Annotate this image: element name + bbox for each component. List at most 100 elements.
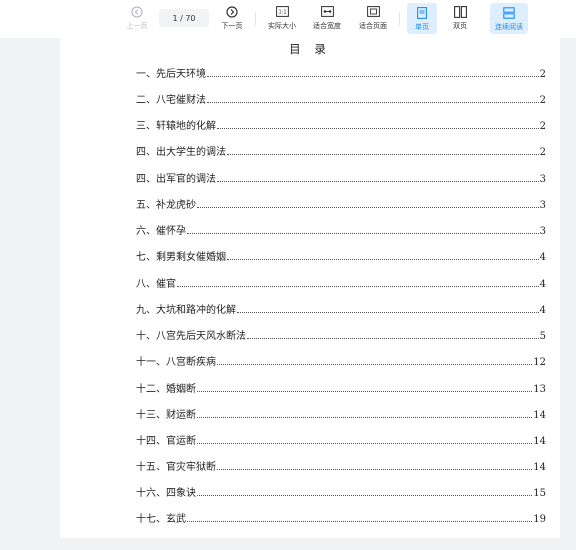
- toc-entry-title: 八、催官: [136, 279, 176, 290]
- toc-entry-title: 一、先后天环境: [136, 69, 206, 80]
- toc-entry-title: 九、大坑和路冲的化解: [136, 305, 236, 316]
- toc-entry-title: 十三、财运断: [136, 410, 196, 421]
- toc-entry-title: 五、补龙虎砂: [136, 200, 196, 211]
- toc-leader-dots: [197, 494, 533, 496]
- double-page-button[interactable]: 双页: [445, 4, 475, 34]
- toc-leader-dots: [207, 75, 539, 77]
- toc-entry[interactable]: 六、催怀孕 3: [136, 223, 546, 237]
- toc-entry-title: 十二、婚姻断: [136, 384, 196, 395]
- actual-size-button[interactable]: 1:1 实际大小: [264, 4, 300, 34]
- toolbar-divider: [399, 12, 400, 26]
- toc-entry-title: 十五、官灾牢狱断: [136, 462, 216, 473]
- svg-text:1:1: 1:1: [278, 10, 286, 16]
- toc-entry[interactable]: 十三、财运断 14: [136, 407, 546, 421]
- toc-entry-title: 四、出大学生的调法: [136, 147, 226, 158]
- prev-page-button[interactable]: 上一页: [122, 4, 152, 34]
- page-number-input[interactable]: 1 / 70: [159, 9, 209, 27]
- toc-leader-dots: [227, 153, 539, 155]
- fit-width-label: 适合宽度: [313, 22, 341, 30]
- double-page-label: 双页: [453, 22, 467, 30]
- toc-entry-page: 14: [533, 436, 546, 447]
- toc-leader-dots: [217, 363, 533, 365]
- toc-entry[interactable]: 八、催官 4: [136, 276, 546, 290]
- fit-width-button[interactable]: 适合宽度: [309, 4, 345, 34]
- toc-leader-dots: [217, 127, 539, 129]
- toc-leader-dots: [217, 468, 533, 470]
- actual-size-label: 实际大小: [268, 22, 296, 30]
- toc-entry-title: 六、催怀孕: [136, 226, 186, 237]
- fit-page-label: 适合页面: [359, 22, 387, 30]
- toc-entry[interactable]: 十五、官灾牢狱断 14: [136, 459, 546, 473]
- toc-entry[interactable]: 十六、四象诀 15: [136, 485, 546, 499]
- fit-page-button[interactable]: 适合页面: [355, 4, 391, 34]
- toc-entry-title: 七、剩男剩女催婚姻: [136, 252, 226, 263]
- toc-entry[interactable]: 三、轩辕地的化解 2: [136, 118, 546, 132]
- toc-entry-page: 13: [533, 384, 546, 395]
- toc-entry[interactable]: 二、八宅催财法 2: [136, 92, 546, 106]
- toc-entry-page: 3: [539, 174, 546, 185]
- document-page: 目 录 一、先后天环境 2 二、八宅催财法 2 三、轩辕地的化解 2 四、出大学生的调…: [60, 38, 560, 538]
- continuous-reading-button[interactable]: 连续阅读: [490, 3, 528, 34]
- toc-entry[interactable]: 十一、八宫断疾病 12: [136, 354, 546, 368]
- toc-entry-title: 四、出军官的调法: [136, 174, 216, 185]
- toc-leader-dots: [187, 232, 539, 234]
- toc-entry-page: 14: [533, 410, 546, 421]
- toc-entry-title: 十七、玄武: [136, 514, 186, 525]
- toc-entry-page: 3: [539, 200, 546, 211]
- toc-leader-dots: [187, 520, 533, 522]
- toc-entry-page: 2: [539, 95, 546, 106]
- viewer-toolbar: 上一页 1 / 70 下一页 1:1 实际大小 适合宽度 适合页面 单页 双页 …: [0, 0, 576, 38]
- toc-entry[interactable]: 四、出大学生的调法 2: [136, 144, 546, 158]
- toc-entry[interactable]: 七、剩男剩女催婚姻 4: [136, 249, 546, 263]
- toc-leader-dots: [177, 285, 539, 287]
- toc-entry[interactable]: 九、大坑和路冲的化解 4: [136, 302, 546, 316]
- next-page-button[interactable]: 下一页: [217, 4, 247, 34]
- fit-width-icon: [320, 4, 334, 19]
- toc-entry[interactable]: 十、八宫先后天风水断法 5: [136, 328, 546, 342]
- toc-entry-page: 2: [539, 121, 546, 132]
- continuous-reading-icon: [503, 5, 515, 20]
- toc-entry[interactable]: 十四、官运断 14: [136, 433, 546, 447]
- toc-leader-dots: [197, 442, 533, 444]
- single-page-label: 单页: [415, 23, 429, 31]
- single-page-icon: [417, 5, 427, 20]
- toc-entry[interactable]: 一、先后天环境 2: [136, 66, 546, 80]
- toc-entry[interactable]: 四、出军官的调法 3: [136, 171, 546, 185]
- double-page-icon: [453, 4, 467, 19]
- toc-entry-title: 十六、四象诀: [136, 488, 196, 499]
- toc-entry-page: 19: [533, 514, 546, 525]
- toc-leader-dots: [197, 206, 539, 208]
- fit-page-icon: [366, 4, 380, 19]
- single-page-button[interactable]: 单页: [407, 3, 437, 34]
- toc-leader-dots: [247, 337, 539, 339]
- toc-title: 目 录: [289, 42, 331, 56]
- toc-entry[interactable]: 十七、玄武 19: [136, 511, 546, 525]
- next-page-label: 下一页: [221, 22, 243, 30]
- continuous-reading-label: 连续阅读: [495, 23, 523, 31]
- toc-entry[interactable]: 五、补龙虎砂 3: [136, 197, 546, 211]
- chevron-right-icon: [226, 4, 238, 19]
- page-indicator-text: 1 / 70: [172, 13, 196, 23]
- chevron-left-icon: [131, 4, 143, 19]
- toc-entry-page: 5: [539, 331, 546, 342]
- toc-leader-dots: [207, 101, 539, 103]
- toc-leader-dots: [197, 416, 533, 418]
- toc-entry-title: 十、八宫先后天风水断法: [136, 331, 246, 342]
- toc-entry-page: 3: [539, 226, 546, 237]
- toc-leader-dots: [227, 258, 539, 260]
- toc-leader-dots: [197, 390, 533, 392]
- toc-entry-title: 三、轩辕地的化解: [136, 121, 216, 132]
- toc-leader-dots: [217, 180, 539, 182]
- toc-entry-title: 十一、八宫断疾病: [136, 357, 216, 368]
- actual-size-icon: 1:1: [275, 4, 289, 19]
- toc-entry[interactable]: 十二、婚姻断 13: [136, 381, 546, 395]
- toc-entry-page: 4: [539, 252, 546, 263]
- toolbar-divider: [255, 12, 256, 26]
- toc-entry-page: 2: [539, 69, 546, 80]
- toc-entry-page: 12: [533, 357, 546, 368]
- toc-leader-dots: [237, 311, 539, 313]
- toc-entry-title: 十四、官运断: [136, 436, 196, 447]
- toc-entry-page: 4: [539, 279, 546, 290]
- prev-page-label: 上一页: [126, 22, 148, 30]
- toc-entry-page: 15: [533, 488, 546, 499]
